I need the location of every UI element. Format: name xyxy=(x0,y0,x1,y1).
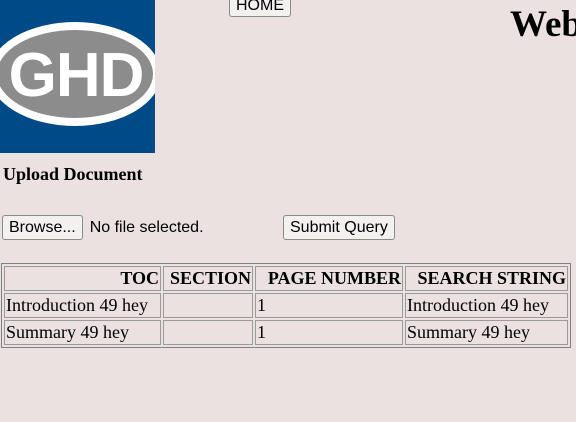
cell-page-number: 1 xyxy=(255,320,403,345)
table-row: Summary 49 hey 1 Summary 49 hey xyxy=(4,320,568,345)
header-toc: TOC xyxy=(4,266,161,291)
cell-section xyxy=(163,320,253,345)
cell-search-string: Summary 49 hey xyxy=(405,320,568,345)
table-row: Introduction 49 hey 1 Introduction 49 he… xyxy=(4,293,568,318)
upload-document-heading: Upload Document xyxy=(3,164,143,184)
submit-query-button[interactable]: Submit Query xyxy=(283,215,395,240)
ghd-logo: GHD xyxy=(0,0,155,153)
logo-letters: GHD xyxy=(9,41,144,110)
cell-page-number: 1 xyxy=(255,293,403,318)
header-page-number: PAGE NUMBER xyxy=(255,266,403,291)
browse-button[interactable]: Browse... xyxy=(2,215,83,240)
file-status-text: No file selected. xyxy=(89,218,204,236)
results-table: TOC SECTION PAGE NUMBER SEARCH STRING In… xyxy=(1,263,571,348)
header-section: SECTION xyxy=(163,266,253,291)
cell-search-string: Introduction 49 hey xyxy=(405,293,568,318)
page-title: Web xyxy=(510,4,576,45)
header-search-string: SEARCH STRING xyxy=(405,266,568,291)
cell-toc: Summary 49 hey xyxy=(4,320,161,345)
home-button[interactable]: HOME xyxy=(229,0,291,17)
ghd-logo-icon: GHD xyxy=(0,0,155,153)
cell-section xyxy=(163,293,253,318)
cell-toc: Introduction 49 hey xyxy=(4,293,161,318)
table-header-row: TOC SECTION PAGE NUMBER SEARCH STRING xyxy=(4,266,568,291)
file-input[interactable]: Browse... No file selected. xyxy=(2,215,204,240)
